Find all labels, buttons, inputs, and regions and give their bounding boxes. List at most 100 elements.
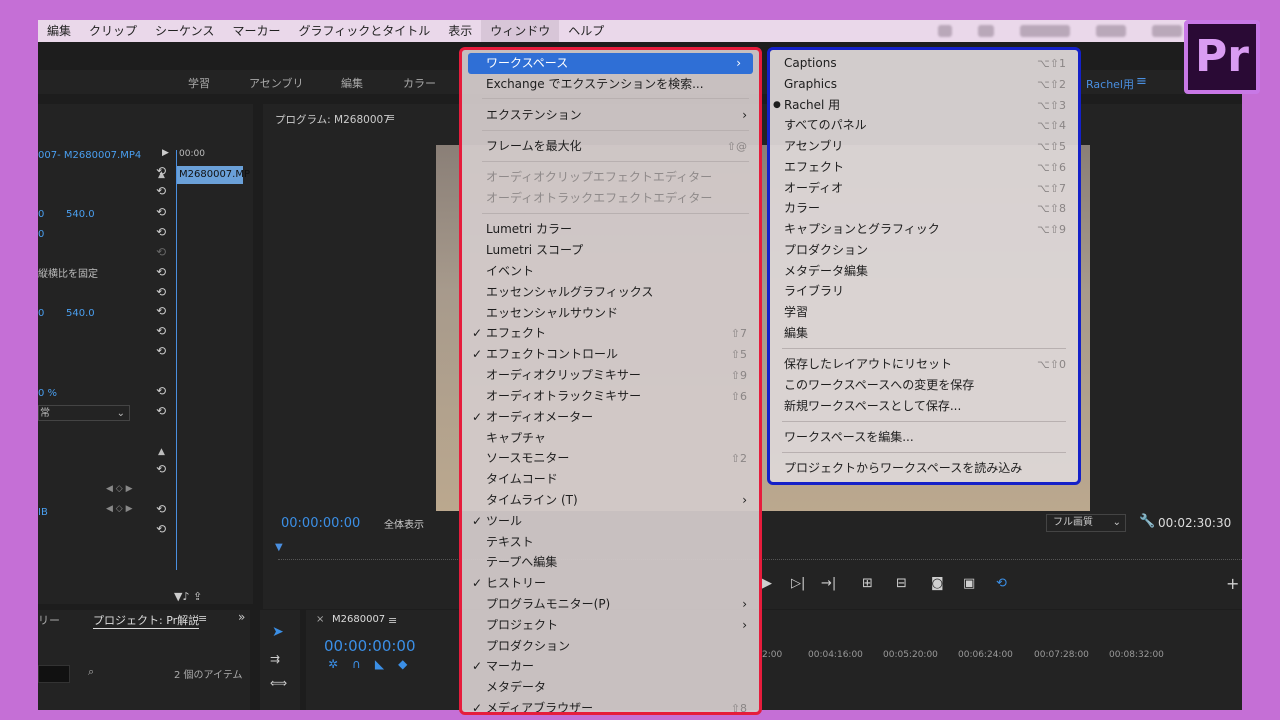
reset-icon[interactable]: ⟲: [156, 184, 166, 198]
reset-icon[interactable]: ⟲: [156, 285, 166, 299]
timeline-timecode[interactable]: 00:00:00:00: [324, 637, 416, 655]
workspace-item-captions[interactable]: Captions ⌥⇧1: [770, 53, 1078, 74]
ws-tab-assembly[interactable]: アセンブリ: [249, 75, 303, 91]
workspace-menu-icon[interactable]: ≡: [1136, 74, 1147, 89]
param-value[interactable]: 0: [38, 227, 44, 243]
add-button-icon[interactable]: +: [1226, 574, 1239, 593]
menu-item-audio-meters[interactable]: ✓ オーディオメーター: [462, 407, 759, 428]
workspace-reset[interactable]: 保存したレイアウトにリセット ⌥⇧0: [770, 354, 1078, 375]
reset-icon[interactable]: ⟲: [156, 344, 166, 358]
ws-tab-edit[interactable]: 編集: [341, 75, 363, 91]
workspace-item-captions-graphics[interactable]: キャプションとグラフィック ⌥⇧9: [770, 219, 1078, 240]
panel-menu-icon[interactable]: ≡: [198, 612, 207, 625]
ripple-edit-tool-icon[interactable]: ⟺: [270, 676, 287, 690]
menu-item-workspace[interactable]: ワークスペース ›: [468, 53, 753, 74]
step-forward-icon[interactable]: ▷|: [791, 576, 805, 591]
more-panels-icon[interactable]: »: [238, 610, 245, 624]
play-icon[interactable]: ▶: [762, 576, 772, 591]
reset-icon[interactable]: ⟲: [156, 164, 166, 178]
tab-libraries[interactable]: リー: [38, 612, 60, 628]
menu-item-source-monitor[interactable]: ソースモニター ⇧2: [462, 448, 759, 469]
menu-item-edit-to-tape[interactable]: テープへ編集: [462, 552, 759, 573]
param-value[interactable]: 540.0: [66, 207, 95, 223]
wrench-icon[interactable]: 🔧: [1139, 514, 1155, 529]
track-select-tool-icon[interactable]: ⇉: [270, 652, 280, 666]
workspace-item-editing[interactable]: 編集: [770, 323, 1078, 344]
menu-item-maximize-frame[interactable]: フレームを最大化 ⇧@: [462, 136, 759, 157]
keyframe-nav-icon[interactable]: ◀ ◇ ▶: [106, 484, 133, 494]
quality-select[interactable]: フル画質 ⌄: [1046, 514, 1126, 532]
keyframe-nav-icon[interactable]: ◀ ◇ ▶: [106, 504, 133, 514]
workspace-item-rachel[interactable]: ● Rachel 用 ⌥⇧3: [770, 95, 1078, 116]
reset-icon[interactable]: ⟲: [156, 384, 166, 398]
ws-tab-current[interactable]: Rachel用: [1086, 76, 1134, 92]
workspace-import-from-project[interactable]: プロジェクトからワークスペースを読み込み: [770, 458, 1078, 479]
blend-mode-select[interactable]: 常 ⌄: [38, 405, 130, 421]
param-value[interactable]: 0: [38, 207, 44, 223]
opacity-value[interactable]: 0 %: [38, 386, 57, 402]
menu-item-exchange[interactable]: Exchange でエクステンションを検索...: [462, 74, 759, 95]
ws-tab-learn[interactable]: 学習: [188, 75, 210, 91]
overwrite-icon[interactable]: ⊟: [896, 576, 907, 591]
menu-view[interactable]: 表示: [439, 20, 481, 42]
vr-toggle-icon[interactable]: ⟲: [996, 576, 1007, 591]
workspace-item-learning[interactable]: 学習: [770, 302, 1078, 323]
menu-item-program-monitor[interactable]: プログラムモニター(P) ›: [462, 594, 759, 615]
workspace-item-graphics[interactable]: Graphics ⌥⇧2: [770, 74, 1078, 95]
playhead-line[interactable]: [176, 150, 177, 570]
new-bin-icon[interactable]: ⌕: [88, 665, 94, 679]
menu-item-timelines[interactable]: タイムライン (T) ›: [462, 490, 759, 511]
menu-item-production[interactable]: プロダクション: [462, 636, 759, 657]
menu-marker[interactable]: マーカー: [223, 20, 289, 42]
workspace-item-color[interactable]: カラー ⌥⇧8: [770, 198, 1078, 219]
audio-value[interactable]: IB: [38, 505, 48, 521]
menu-item-text[interactable]: テキスト: [462, 532, 759, 553]
selection-tool-icon[interactable]: ➤: [272, 624, 284, 640]
menu-clip[interactable]: クリップ: [80, 20, 146, 42]
menu-edit[interactable]: 編集: [38, 20, 80, 42]
menu-item-essential-graphics[interactable]: エッセンシャルグラフィックス: [462, 282, 759, 303]
search-input[interactable]: [38, 665, 70, 683]
reset-icon[interactable]: ⟲: [156, 304, 166, 318]
menu-item-project[interactable]: プロジェクト ›: [462, 615, 759, 636]
reset-icon[interactable]: ⟲: [156, 265, 166, 279]
menu-item-extensions[interactable]: エクステンション ›: [462, 105, 759, 126]
menu-item-lumetri-scopes[interactable]: Lumetri スコープ: [462, 240, 759, 261]
close-icon[interactable]: ×: [316, 614, 324, 625]
workspace-item-effects[interactable]: エフェクト ⌥⇧6: [770, 157, 1078, 178]
reset-icon[interactable]: ⟲: [156, 462, 166, 476]
workspace-item-assembly[interactable]: アセンブリ ⌥⇧5: [770, 136, 1078, 157]
filter-icon[interactable]: ▼♪ ⇪: [174, 590, 202, 603]
timeline-tool-icons[interactable]: ✲∩◣◆: [328, 657, 421, 671]
fit-select[interactable]: 全体表示: [384, 516, 424, 531]
workspace-item-libraries[interactable]: ライブラリ: [770, 281, 1078, 302]
reset-icon[interactable]: ⟲: [156, 522, 166, 536]
playhead-timecode[interactable]: 00:00:00:00: [281, 516, 360, 531]
menu-item-effects[interactable]: ✓ エフェクト ⇧7: [462, 323, 759, 344]
sequence-tab[interactable]: M2680007: [332, 614, 385, 625]
menu-item-capture[interactable]: キャプチャ: [462, 428, 759, 449]
reset-icon[interactable]: ⟲: [156, 324, 166, 338]
menu-item-markers[interactable]: ✓ マーカー: [462, 656, 759, 677]
param-value[interactable]: 540.0: [66, 306, 95, 322]
workspace-item-all-panels[interactable]: すべてのパネル ⌥⇧4: [770, 115, 1078, 136]
menu-help[interactable]: ヘルプ: [559, 20, 613, 42]
menu-item-effect-controls[interactable]: ✓ エフェクトコントロール ⇧5: [462, 344, 759, 365]
menu-graphics[interactable]: グラフィックとタイトル: [289, 20, 439, 42]
workspace-item-audio[interactable]: オーディオ ⌥⇧7: [770, 178, 1078, 199]
reset-icon[interactable]: ⟲: [156, 502, 166, 516]
reset-icon[interactable]: ⟲: [156, 225, 166, 239]
camera-icon[interactable]: ◙: [931, 576, 944, 591]
panel-menu-icon[interactable]: ≡: [386, 111, 395, 124]
menu-item-audio-clip-mixer[interactable]: オーディオクリップミキサー ⇧9: [462, 365, 759, 386]
workspace-edit[interactable]: ワークスペースを編集...: [770, 427, 1078, 448]
workspace-item-metadata[interactable]: メタデータ編集: [770, 261, 1078, 282]
menu-sequence[interactable]: シーケンス: [146, 20, 223, 42]
menu-item-timecode[interactable]: タイムコード: [462, 469, 759, 490]
menu-item-events[interactable]: イベント: [462, 261, 759, 282]
tab-project[interactable]: プロジェクト: Pr解説: [93, 612, 200, 629]
program-monitor-title[interactable]: プログラム: M2680007: [275, 112, 390, 127]
menu-item-audio-track-mixer[interactable]: オーディオトラックミキサー ⇧6: [462, 386, 759, 407]
menu-item-tools[interactable]: ✓ ツール: [462, 511, 759, 532]
reset-icon[interactable]: ⟲: [156, 205, 166, 219]
